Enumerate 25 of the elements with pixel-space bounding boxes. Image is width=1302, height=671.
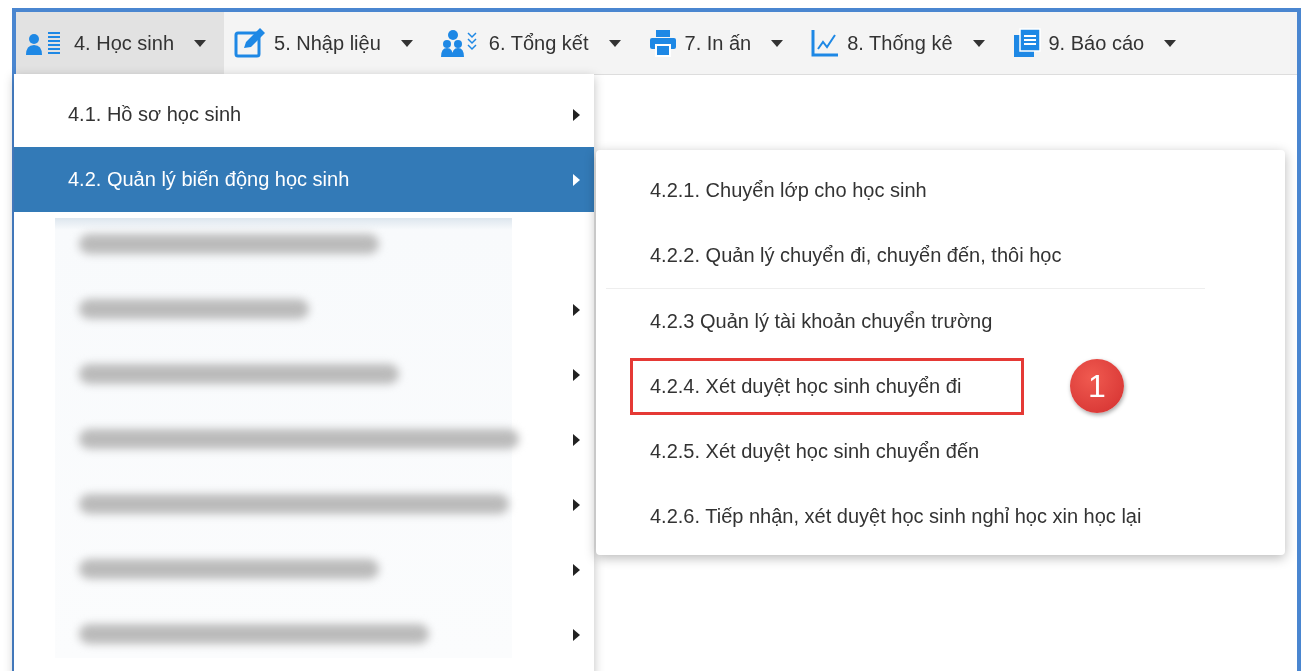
menu-item[interactable]: 4.2.2. Quản lý chuyển đi, chuyển đến, thôi học: [647, 227, 1085, 284]
caret-icon: [400, 39, 413, 47]
caret-icon: [972, 39, 985, 47]
caret-icon: [771, 39, 784, 47]
menu-tab[interactable]: 6. Tổng kết: [430, 12, 639, 74]
document-icon: [1012, 28, 1041, 58]
caret-icon: [1164, 39, 1177, 47]
highlighted-menu-item[interactable]: 4.2.4. Xét duyệt học sinh chuyển đi: [630, 358, 1025, 415]
menu-item[interactable]: 4.2.5. Xét duyệt học sinh chuyển đến: [647, 423, 1003, 480]
menu-item[interactable]: 4.2.1. Chuyển lớp cho học sinh: [647, 162, 950, 219]
menu-item[interactable]: 4.2.6. Tiếp nhận, xét duyệt học sinh nghỉ học xin học lại: [647, 488, 1165, 545]
caret-icon: [194, 39, 207, 47]
menu-tab[interactable]: 5. Nhập liệu: [224, 12, 431, 74]
printer-icon: [648, 29, 677, 57]
menu-item[interactable]: 4.1. Hồ sơ học sinh: [14, 82, 594, 147]
step-number-badge: 1: [1070, 359, 1124, 413]
menu-tab[interactable]: 4. Học sinh: [16, 12, 225, 74]
menu-tab[interactable]: 9. Báo cáo: [1002, 12, 1195, 74]
menu-tab[interactable]: 8. Thống kê: [801, 12, 1003, 74]
menu-item[interactable]: 4.2. Quản lý biến động học sinh: [14, 147, 594, 212]
caret-icon: [608, 39, 621, 47]
menu-item[interactable]: 4.2.3 Quản lý tài khoản chuyển trường: [647, 293, 1016, 350]
menu-tab[interactable]: 7. In ấn: [638, 12, 802, 74]
edit-icon: [234, 28, 267, 58]
line-chart-icon: [811, 29, 840, 57]
